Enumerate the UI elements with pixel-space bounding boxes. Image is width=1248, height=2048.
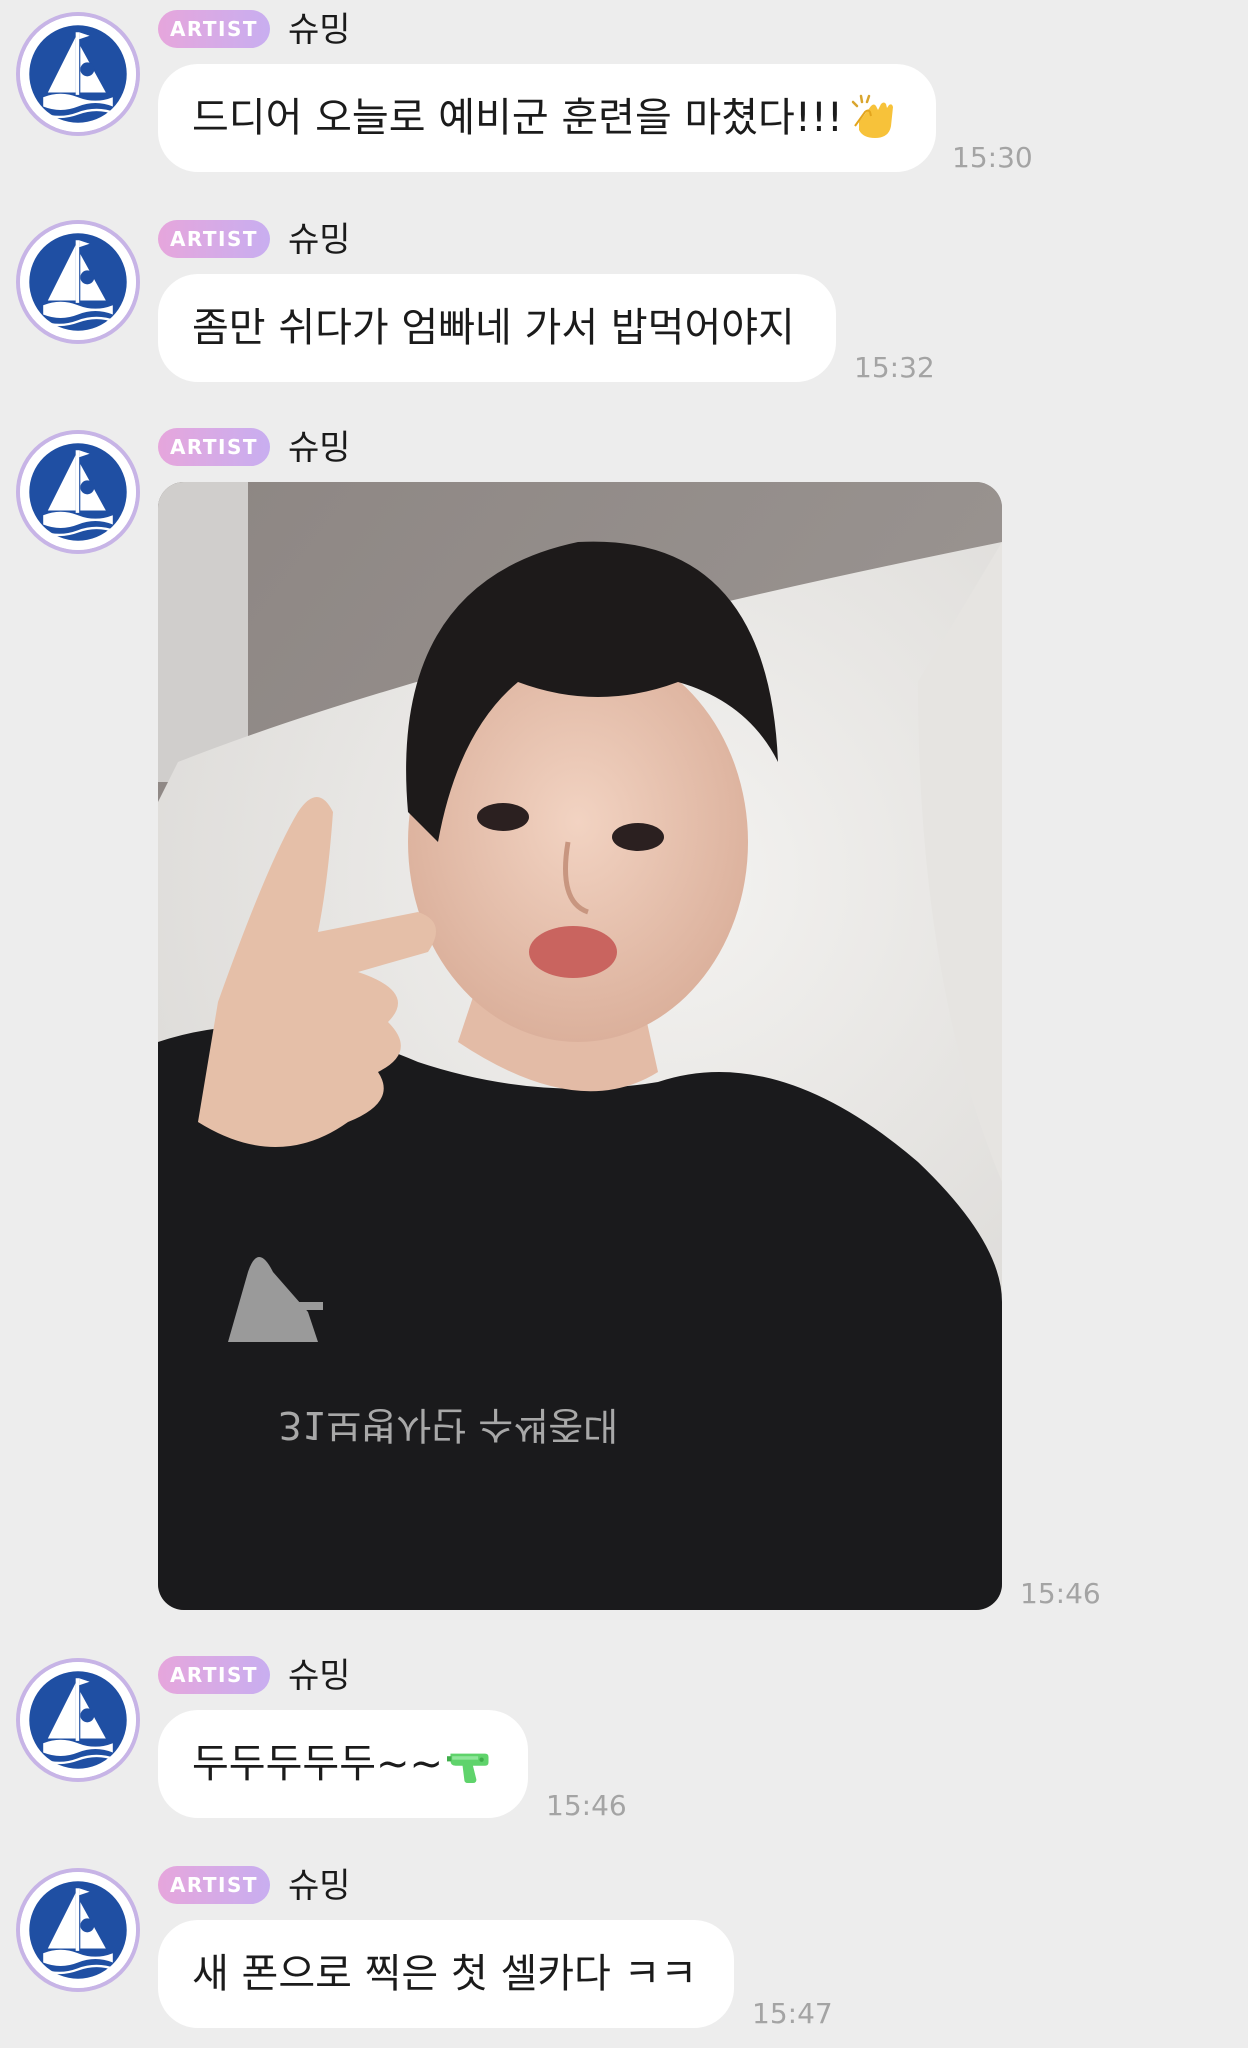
avatar[interactable] <box>16 1658 140 1782</box>
message-text: 두두두두두~~ <box>192 1741 444 1787</box>
sender-name[interactable]: 슈밍 <box>288 220 351 260</box>
artist-badge: ARTIST <box>158 1656 270 1694</box>
ship-logo-icon <box>20 1872 136 1988</box>
sender-name[interactable]: 슈밍 <box>288 1866 351 1906</box>
ship-logo-icon <box>20 224 136 340</box>
svg-text:31보병사단 수색중대: 31보병사단 수색중대 <box>278 1403 618 1447</box>
message-time: 15:30 <box>952 141 1033 174</box>
avatar[interactable] <box>16 220 140 344</box>
message-text: 새 폰으로 찍은 첫 셀카다 ㅋㅋ <box>192 1951 698 1997</box>
avatar[interactable] <box>16 1868 140 1992</box>
message-time: 15:47 <box>752 1997 833 2030</box>
artist-badge: ARTIST <box>158 220 270 258</box>
clapping-hands-icon <box>847 92 899 144</box>
message-time: 15:46 <box>546 1789 627 1822</box>
message-text: 드디어 오늘로 예비군 훈련을 마쳤다!!! <box>192 95 843 141</box>
water-pistol-icon <box>447 1738 492 1790</box>
sender-name[interactable]: 슈밍 <box>288 10 351 50</box>
artist-badge: ARTIST <box>158 10 270 48</box>
message-bubble[interactable]: 드디어 오늘로 예비군 훈련을 마쳤다!!! <box>158 64 936 172</box>
artist-badge: ARTIST <box>158 1866 270 1904</box>
selfie-photo[interactable]: 31보병사단 수색중대 <box>158 482 1002 1610</box>
artist-badge: ARTIST <box>158 428 270 466</box>
message-time: 15:32 <box>854 351 935 384</box>
message-bubble[interactable]: 좀만 쉬다가 엄빠네 가서 밥먹어야지 <box>158 274 836 382</box>
ship-logo-icon <box>20 1662 136 1778</box>
message-text: 좀만 쉬다가 엄빠네 가서 밥먹어야지 <box>192 305 795 351</box>
sender-name[interactable]: 슈밍 <box>288 428 351 468</box>
sender-name[interactable]: 슈밍 <box>288 1656 351 1696</box>
message-bubble[interactable]: 두두두두두~~ <box>158 1710 528 1818</box>
avatar[interactable] <box>16 12 140 136</box>
avatar[interactable] <box>16 430 140 554</box>
message-time: 15:46 <box>1020 1577 1101 1610</box>
ship-logo-icon <box>20 434 136 550</box>
message-bubble[interactable]: 새 폰으로 찍은 첫 셀카다 ㅋㅋ <box>158 1920 734 2028</box>
ship-logo-icon <box>20 16 136 132</box>
